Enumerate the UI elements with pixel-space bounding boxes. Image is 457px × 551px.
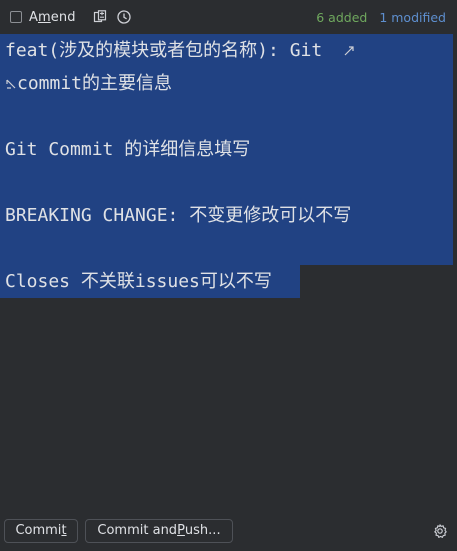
commit-actions-bar: Commi t Commit and Push... (0, 510, 457, 551)
message-line-2: commit的主要信息 (0, 67, 453, 100)
message-line-8: Closes 不关联issues可以不写 (0, 265, 300, 298)
commit-and-push-button[interactable]: Commit and Push... (85, 518, 233, 543)
amend-checkbox[interactable] (10, 11, 22, 23)
soft-wrap-continuation-icon (5, 68, 17, 101)
modified-count: 1 modified (379, 9, 446, 25)
history-icon[interactable] (116, 10, 131, 24)
commit-message-editor[interactable]: feat(涉及的模块或者包的名称): Git commit的主要信息 Git C… (0, 34, 457, 510)
message-line-3 (0, 100, 453, 133)
message-line-4: Git Commit 的详细信息填写 (0, 133, 453, 166)
soft-wrap-icon (343, 35, 355, 68)
message-line-1: feat(涉及的模块或者包的名称): Git (0, 34, 453, 67)
amend-label[interactable]: Amend (29, 10, 76, 25)
gear-icon[interactable] (432, 523, 448, 539)
message-line-7 (0, 232, 453, 265)
diff-icon[interactable] (93, 10, 107, 24)
commit-button[interactable]: Commi t (4, 518, 78, 543)
message-line-6: BREAKING CHANGE: 不变更修改可以不写 (0, 199, 453, 232)
added-count: 6 added (316, 9, 368, 25)
commit-toolbar: Amend 6 added 1 modified (0, 0, 457, 34)
message-line-5 (0, 166, 453, 199)
